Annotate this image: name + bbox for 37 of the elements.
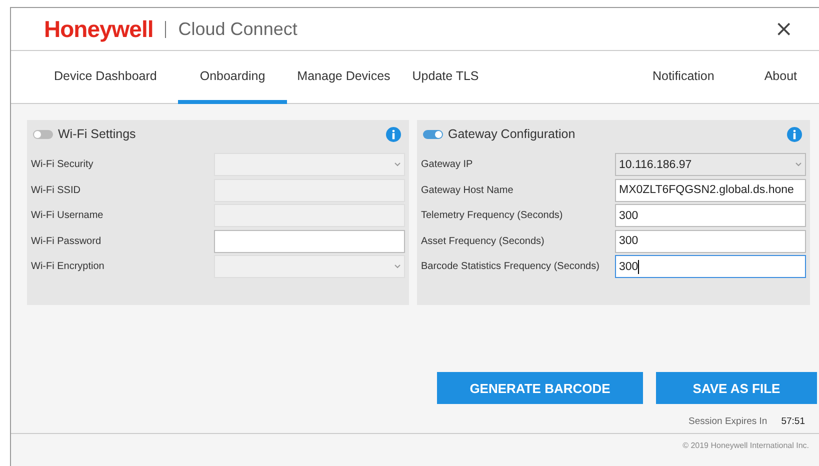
field-label: Barcode Statistics Frequency (Seconds) [421, 261, 600, 272]
session-label: Session Expires In [688, 416, 768, 427]
nav-tab[interactable]: Manage Devices [287, 51, 400, 104]
input-field[interactable] [214, 230, 405, 253]
field-label: Gateway IP [421, 159, 474, 170]
panel-title: Gateway Configuration [448, 127, 576, 141]
brand-logo: Honeywell [44, 16, 154, 42]
field-label: Wi-Fi SSID [31, 184, 82, 196]
dropdown[interactable]: 10.116.186.97 [615, 153, 806, 176]
chevron-down-icon [795, 162, 802, 168]
panel-title: Wi-Fi Settings [58, 127, 136, 141]
nav-tab[interactable]: About [764, 51, 819, 104]
field-label: Asset Frequency (Seconds) [421, 236, 546, 247]
nav-tab[interactable]: Notification [652, 51, 764, 104]
input-field[interactable]: 300 [615, 255, 806, 278]
field-label: Gateway Host Name [421, 184, 514, 196]
input-field[interactable]: 300 [615, 230, 806, 253]
toggle-switch[interactable] [33, 130, 53, 138]
app-title: Cloud Connect [178, 18, 298, 40]
nav-tab[interactable]: Device Dashboard [40, 51, 178, 104]
field-label: Wi-Fi Encryption [31, 261, 106, 272]
copyright-text: © 2019 Honeywell International Inc. [682, 441, 809, 450]
info-icon[interactable] [386, 126, 401, 142]
input-field[interactable]: 300 [615, 204, 806, 228]
chevron-down-icon [394, 264, 401, 270]
session-timer: 57:51 [781, 416, 805, 427]
toggle-switch[interactable] [423, 130, 443, 138]
field-label: Telemetry Frequency (Seconds) [421, 210, 564, 222]
nav-tab[interactable]: Onboarding [178, 51, 288, 104]
nav-tab[interactable]: Update TLS [400, 51, 491, 104]
field-label: Wi-Fi Password [31, 236, 102, 247]
chevron-down-icon [394, 162, 401, 168]
field-label: Wi-Fi Security [31, 159, 94, 170]
input-field[interactable]: MX0ZLT6FQGSN2.global.ds.hone [615, 178, 806, 202]
field-label: Wi-Fi Username [31, 210, 104, 222]
close-button[interactable]: × [770, 16, 797, 42]
info-icon[interactable] [787, 126, 802, 142]
